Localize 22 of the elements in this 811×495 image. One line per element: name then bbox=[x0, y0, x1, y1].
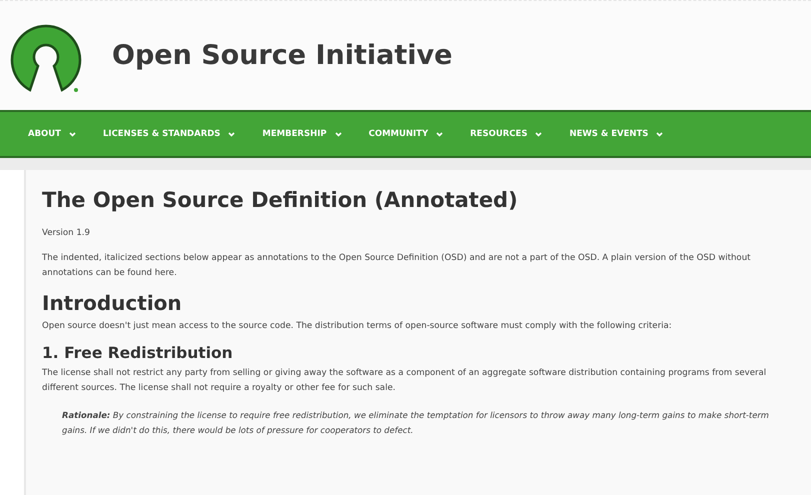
chevron-down-icon bbox=[535, 132, 542, 136]
nav-menu-item[interactable]: ABOUT bbox=[28, 129, 76, 139]
nav-menu-item[interactable]: COMMUNITY bbox=[368, 129, 444, 139]
chevron-down-icon bbox=[68, 132, 76, 136]
section-heading: Introduction bbox=[42, 291, 183, 315]
chevron-down-icon bbox=[228, 132, 236, 136]
annotation-paragraph: Rationale: By constraining the license to require free redistribution, we eliminate the temptation for licensors to throw away many long-term gains to make short-term gains. If we didn't do this, there would be lots of pressure for cooperators to defect. bbox=[62, 409, 770, 437]
version-text: Version 1.9 bbox=[42, 227, 91, 240]
nav-menu-item[interactable]: MEMBERSHIP bbox=[262, 129, 342, 139]
body-paragraph: Open source doesn't just mean access to the source code. The distribution terms of open-source software must comply with the following criteria: bbox=[42, 320, 673, 333]
intro-paragraph: The indented, italicized sections below appear as annotations to the Open Source Definition (OSD) and are not a part of the OSD. A plain version of the OSD without annotations can be found here. bbox=[42, 252, 752, 280]
site-title: Open Source Initiative bbox=[112, 40, 452, 71]
body-paragraph: The license shall not restrict any party from selling or giving away the software as a component of an aggregate software distribution containing programs from several different sources. The license shall not require a royalty or other fee for such sale. bbox=[42, 367, 768, 395]
chevron-down-icon bbox=[656, 132, 664, 136]
nav-menu-item[interactable]: RESOURCES bbox=[470, 129, 542, 139]
here-link[interactable]: here bbox=[154, 268, 174, 278]
nav-menu-item[interactable]: NEWS & EVENTS bbox=[569, 129, 664, 139]
section-heading: 1. Free Redistribution bbox=[42, 344, 234, 362]
chevron-down-icon bbox=[436, 132, 444, 136]
nav-menu-item[interactable]: LICENSES & STANDARDS bbox=[102, 129, 236, 139]
page-title: The Open Source Definition (Annotated) bbox=[42, 188, 519, 212]
chevron-down-icon bbox=[334, 132, 342, 136]
